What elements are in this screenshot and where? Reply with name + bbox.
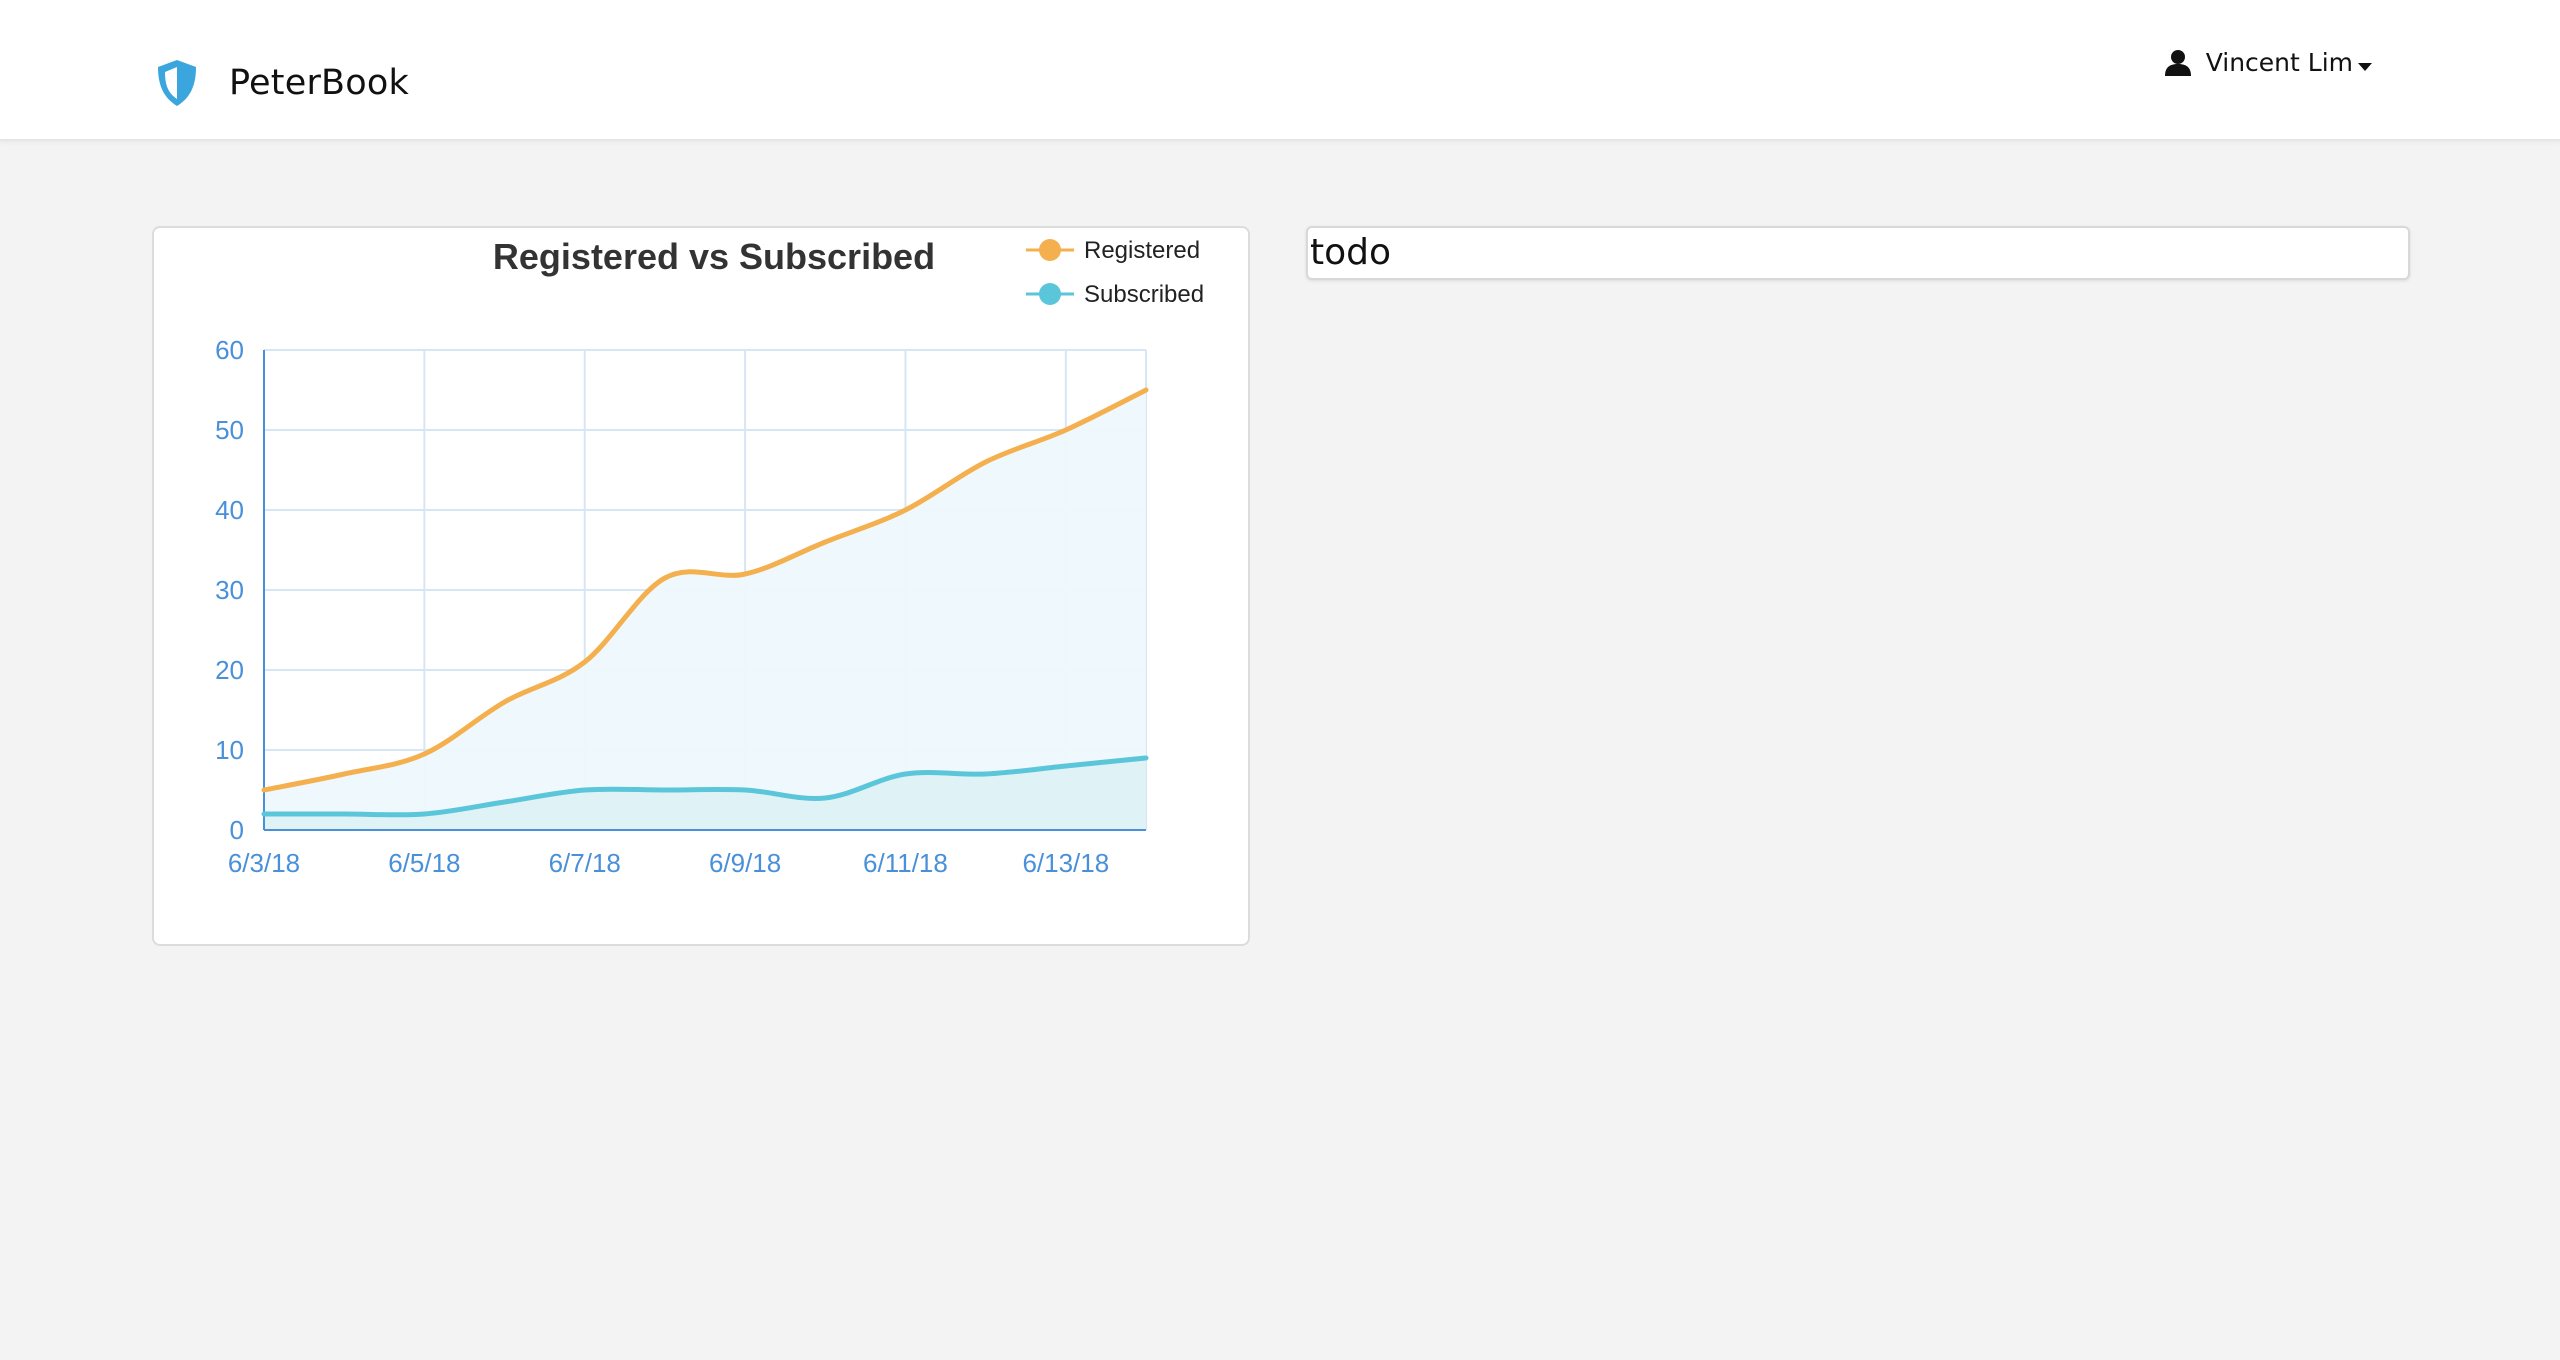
top-navbar: PeterBook Vincent Lim (0, 0, 2560, 141)
x-tick-label: 6/13/18 (1022, 848, 1109, 878)
y-tick-label: 50 (215, 415, 244, 445)
user-name: Vincent Lim (2205, 48, 2353, 77)
y-tick-label: 30 (215, 575, 244, 605)
legend-marker (1039, 283, 1061, 305)
y-tick-label: 60 (215, 335, 244, 365)
y-tick-label: 0 (230, 815, 244, 845)
shield-icon (155, 58, 199, 108)
legend-label: Registered (1084, 237, 1200, 264)
legend-label: Subscribed (1084, 281, 1204, 308)
x-tick-label: 6/7/18 (549, 848, 621, 878)
x-tick-label: 6/5/18 (388, 848, 460, 878)
legend-marker (1039, 239, 1061, 261)
user-icon (2164, 49, 2192, 77)
line-chart: Registered vs Subscribed 0 10 20 30 40 50 60 6/3… (215, 236, 1204, 878)
registered-vs-subscribed-chart-card: Registered vs Subscribed 0 10 20 30 40 50 60 6/3… (152, 226, 1250, 946)
x-tick-label: 6/9/18 (709, 848, 781, 878)
x-tick-label: 6/3/18 (228, 848, 300, 878)
todo-panel: todo (1306, 226, 2410, 280)
caret-down-icon (2357, 59, 2373, 71)
y-tick-label: 10 (215, 735, 244, 765)
user-menu-dropdown[interactable]: Vincent Lim (2164, 48, 2373, 77)
todo-text: todo (1310, 232, 1392, 273)
chart-title: Registered vs Subscribed (493, 236, 935, 277)
x-tick-label: 6/11/18 (863, 848, 948, 878)
brand[interactable]: PeterBook (155, 58, 409, 108)
app-name: PeterBook (229, 63, 409, 103)
y-tick-label: 20 (215, 655, 244, 685)
y-tick-label: 40 (215, 495, 244, 525)
